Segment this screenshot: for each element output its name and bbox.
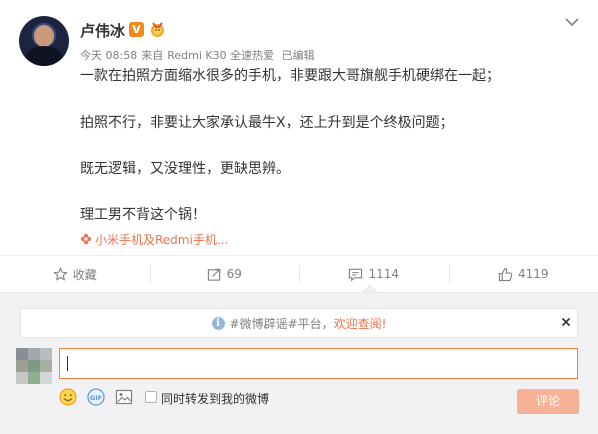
post-line: 一款在拍照方面缩水很多的手机，非要跟大哥旗舰手机硬绑在一起； [80, 68, 500, 84]
favorite-button[interactable]: 收藏 [0, 256, 150, 292]
avatar-tile [16, 360, 28, 372]
forward-checkbox-label[interactable]: 同时转发到我的微博 [161, 390, 269, 407]
rumor-notice: i #微博辟谣#平台， 欢迎查阅! [20, 308, 578, 338]
info-icon: i [211, 316, 225, 330]
avatar-face [34, 25, 54, 47]
avatar-tile [28, 372, 40, 384]
weibo-post-card: 卢伟冰 V 今天 08:58 来自 Redmi K30 全速热爱 已编辑 一款在拍照… [0, 0, 598, 434]
post-source-prefix: 来自 [141, 49, 164, 62]
avatar-tile [28, 348, 40, 360]
like-count: 4119 [517, 267, 549, 281]
topic-source-link[interactable]: 小米手机及Redmi手机... [80, 231, 228, 248]
image-icon[interactable] [115, 388, 133, 406]
topic-source-label: 小米手机及Redmi手机... [95, 233, 229, 247]
post-line: 拍照不行，非要让大家承认最牛X，还上升到是个终极问题； [80, 115, 454, 131]
current-user-avatar[interactable] [16, 348, 52, 384]
comment-count: 1114 [368, 267, 400, 281]
avatar-tile [28, 360, 40, 372]
comment-input[interactable] [59, 348, 578, 379]
post-line: 既无逻辑，又没理性，更缺思辨。 [80, 161, 290, 177]
author-name[interactable]: 卢伟冰 [80, 20, 125, 41]
verified-badge-icon: V [129, 22, 144, 37]
avatar-tile [40, 360, 52, 372]
chevron-down-icon[interactable] [564, 14, 580, 30]
post-line: 理工男不背这个锅！ [80, 207, 206, 223]
avatar-tile [40, 372, 52, 384]
edited-label[interactable]: 已编辑 [282, 49, 315, 62]
favorite-label: 收藏 [72, 267, 97, 282]
author-avatar[interactable] [19, 16, 69, 66]
comment-panel-caret [363, 284, 377, 292]
avatar-tile [40, 348, 52, 360]
post-meta: 今天 08:58 来自 Redmi K30 全速热爱 已编辑 [80, 47, 319, 63]
forward-count: 69 [226, 267, 242, 281]
close-icon[interactable] [561, 317, 571, 327]
avatar-body [25, 46, 63, 66]
svg-text:GIF: GIF [90, 394, 102, 402]
comment-icon [349, 268, 363, 281]
avatar-tile [16, 372, 28, 384]
medal-icon[interactable] [149, 21, 166, 38]
post-time[interactable]: 今天 08:58 [80, 49, 137, 62]
gif-icon[interactable]: GIF [87, 388, 105, 406]
forward-checkbox[interactable] [145, 391, 157, 403]
post-device[interactable]: Redmi K30 全速热爱 [167, 49, 274, 62]
flower-icon [80, 233, 92, 245]
like-icon [498, 267, 513, 281]
like-button[interactable]: 4119 [448, 256, 598, 292]
forward-icon [207, 268, 220, 281]
notice-text: #微博辟谣#平台， [229, 316, 334, 331]
emoji-icon[interactable] [59, 388, 77, 406]
submit-comment-button[interactable]: 评论 [517, 389, 579, 414]
forward-button[interactable]: 69 [149, 256, 300, 292]
text-cursor [67, 356, 68, 371]
action-bar: 收藏 69 1114 4119 [0, 256, 598, 292]
avatar-tile [16, 348, 28, 360]
notice-link[interactable]: 欢迎查阅! [334, 315, 387, 332]
star-icon [53, 266, 68, 281]
